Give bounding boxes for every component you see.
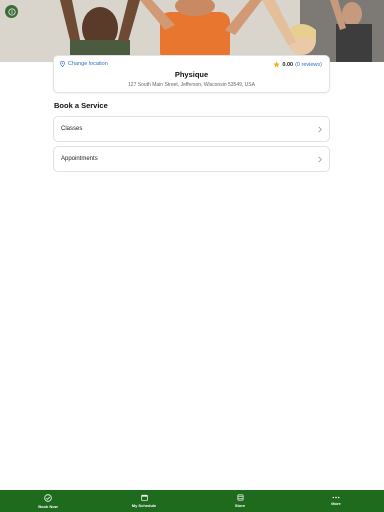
chevron-right-icon [318, 126, 322, 132]
store-icon [237, 494, 243, 501]
change-location-label: Change location [68, 61, 108, 67]
studio-name: Physique [174, 70, 209, 79]
nav-more[interactable]: More [288, 490, 384, 512]
bottom-nav-bar: Book Now My Schedule Store More [0, 490, 384, 512]
rating: 0.00 (0 reviews) [273, 61, 322, 68]
service-row-appointments[interactable]: Appointments [53, 146, 330, 172]
rating-score: 0.00 [282, 61, 294, 68]
nav-my-schedule[interactable]: My Schedule [96, 490, 192, 512]
chevron-right-icon [318, 156, 322, 162]
reviews-link[interactable]: (0 reviews) [295, 62, 322, 68]
studio-address: 127 South Main Street, Jefferson, Wiscon… [128, 82, 255, 88]
service-label: Appointments [61, 156, 98, 162]
hero-photo [0, 0, 384, 62]
nav-label: More [331, 501, 341, 506]
service-label: Classes [61, 126, 83, 132]
nav-label: My Schedule [131, 503, 157, 508]
map-pin-icon [60, 61, 65, 67]
nav-label: Store [234, 503, 246, 508]
check-circle-icon [44, 493, 52, 502]
nav-store[interactable]: Store [192, 490, 288, 512]
info-button[interactable] [5, 5, 18, 18]
section-title: Book a Service [54, 101, 108, 110]
nav-label: Book Now [38, 503, 58, 509]
change-location-link[interactable]: Change location [60, 61, 108, 67]
nav-book-now[interactable]: Book Now [0, 490, 96, 512]
hero-banner-image [0, 0, 384, 62]
location-card: Change location 0.00 (0 reviews) Physiqu… [53, 55, 330, 93]
star-icon [273, 61, 281, 68]
service-row-classes[interactable]: Classes [53, 116, 330, 142]
info-icon [7, 7, 16, 16]
more-dots-icon [332, 496, 340, 499]
calendar-icon [140, 494, 148, 501]
